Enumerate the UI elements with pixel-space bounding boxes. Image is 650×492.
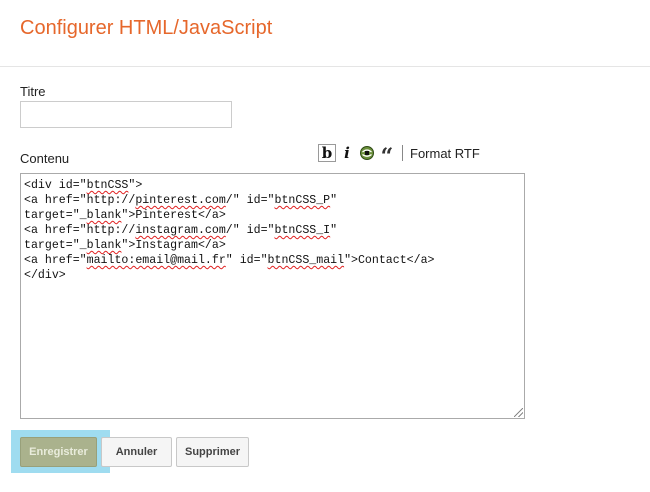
code-text: " [330, 194, 338, 207]
link-icon [360, 146, 374, 160]
page-header: Configurer HTML/JavaScript [0, 0, 650, 67]
spellcheck-token: instagram.com [135, 224, 226, 237]
titre-label: Titre [20, 84, 46, 99]
code-text: target="_ [24, 209, 87, 222]
spellcheck-token: mailto:email@mail.fr [86, 254, 226, 267]
spellcheck-token: btnCSS [86, 179, 129, 192]
code-line: target="_blank">Instagram</a> [24, 238, 521, 253]
spellcheck-token: blank [86, 239, 122, 252]
code-line: <div id="btnCSS"> [24, 178, 521, 193]
code-line: target="_blank">Pinterest</a> [24, 208, 521, 223]
quote-button[interactable]: “ [378, 144, 396, 170]
spellcheck-token: btnCSS_I [274, 224, 331, 237]
rich-text-format-link[interactable]: Format RTF [410, 146, 480, 161]
code-text: ">Pinterest</a> [121, 209, 226, 222]
italic-button[interactable]: i [338, 144, 356, 162]
delete-button[interactable]: Supprimer [176, 437, 249, 467]
resize-handle[interactable] [514, 408, 523, 417]
code-text: "> [128, 179, 143, 192]
code-text: /" id=" [225, 224, 275, 237]
code-text: <a href="http:// [24, 194, 136, 207]
spellcheck-token: pinterest.com [135, 194, 226, 207]
code-text: " id=" [225, 254, 268, 267]
code-text: ">Contact</a> [344, 254, 435, 267]
spellcheck-token: blank [86, 209, 122, 222]
code-text: /" id=" [225, 194, 275, 207]
widget-config-page: Configurer HTML/JavaScript Titre Contenu… [0, 0, 650, 492]
code-line: <a href="mailto:email@mail.fr" id="btnCS… [24, 253, 521, 268]
code-text: " [330, 224, 338, 237]
toolbar-divider [402, 145, 403, 161]
editor-toolbar: b i “ Format RTF [318, 143, 480, 170]
code-line: </div> [24, 268, 521, 283]
titre-input[interactable] [20, 101, 232, 128]
code-line: <a href="http://instagram.com/" id="btnC… [24, 223, 521, 238]
code-line: <a href="http://pinterest.com/" id="btnC… [24, 193, 521, 208]
page-title: Configurer HTML/JavaScript [20, 17, 273, 39]
code-text: <div id=" [24, 179, 87, 192]
code-text: </div> [24, 269, 66, 282]
code-text: target="_ [24, 239, 87, 252]
save-button[interactable]: Enregistrer [20, 437, 97, 467]
bold-button[interactable]: b [318, 144, 336, 162]
link-button[interactable] [358, 144, 376, 162]
content-editor[interactable]: <div id="btnCSS"> <a href="http://pintere… [20, 173, 525, 419]
code-text: <a href="http:// [24, 224, 136, 237]
code-text: <a href=" [24, 254, 87, 267]
spellcheck-token: btnCSS_mail [267, 254, 345, 267]
cancel-button[interactable]: Annuler [101, 437, 172, 467]
spellcheck-token: btnCSS_P [274, 194, 331, 207]
contenu-label: Contenu [20, 151, 70, 166]
code-text: ">Instagram</a> [121, 239, 226, 252]
